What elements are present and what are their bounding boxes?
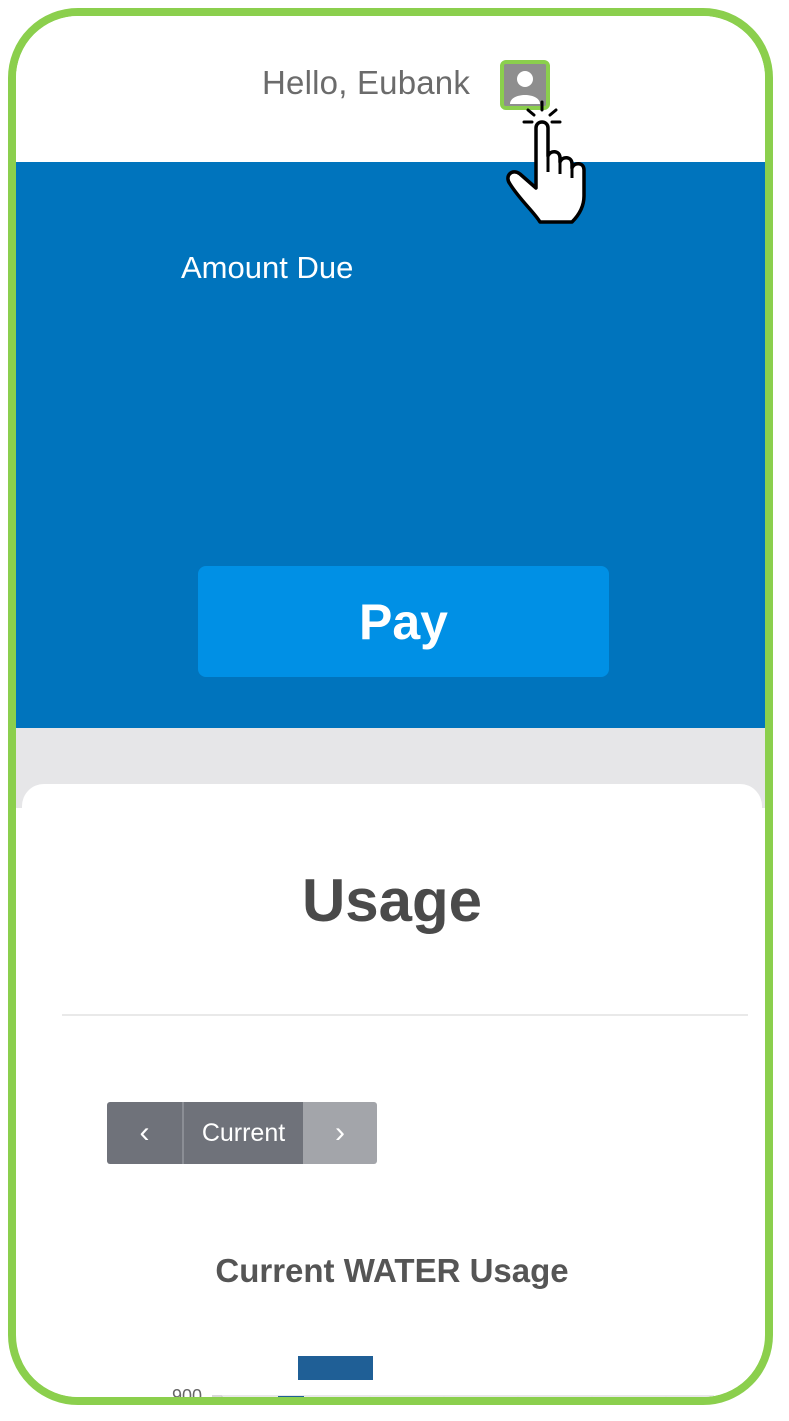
usage-chart: 900 800 xyxy=(172,1356,714,1405)
hand-pointer-icon xyxy=(506,100,586,224)
greeting-text: Hello, Eubank xyxy=(262,64,471,101)
chart-bar xyxy=(298,1356,373,1380)
chart-title: Current WATER Usage xyxy=(215,1252,569,1289)
y-tick-label: 900 xyxy=(172,1386,202,1405)
usage-title: Usage xyxy=(301,867,483,934)
period-navigation: ‹ Current › xyxy=(107,1102,377,1164)
current-period-button[interactable]: Current xyxy=(182,1102,303,1164)
pay-button[interactable]: Pay xyxy=(198,566,609,677)
chart-bar xyxy=(278,1396,304,1397)
amount-due-label: Amount Due xyxy=(181,250,354,285)
usage-card: Usage ‹ Current › Current WATER Usage 90… xyxy=(22,784,762,1405)
previous-period-button[interactable]: ‹ xyxy=(107,1102,182,1164)
app-frame: Hello, Eubank Amount Due Pay Usage ‹ Cur… xyxy=(8,8,773,1405)
next-period-button[interactable]: › xyxy=(303,1102,377,1164)
divider xyxy=(62,1014,748,1016)
amount-due-panel: Amount Due Pay xyxy=(16,162,765,728)
top-bar: Hello, Eubank xyxy=(16,16,765,162)
